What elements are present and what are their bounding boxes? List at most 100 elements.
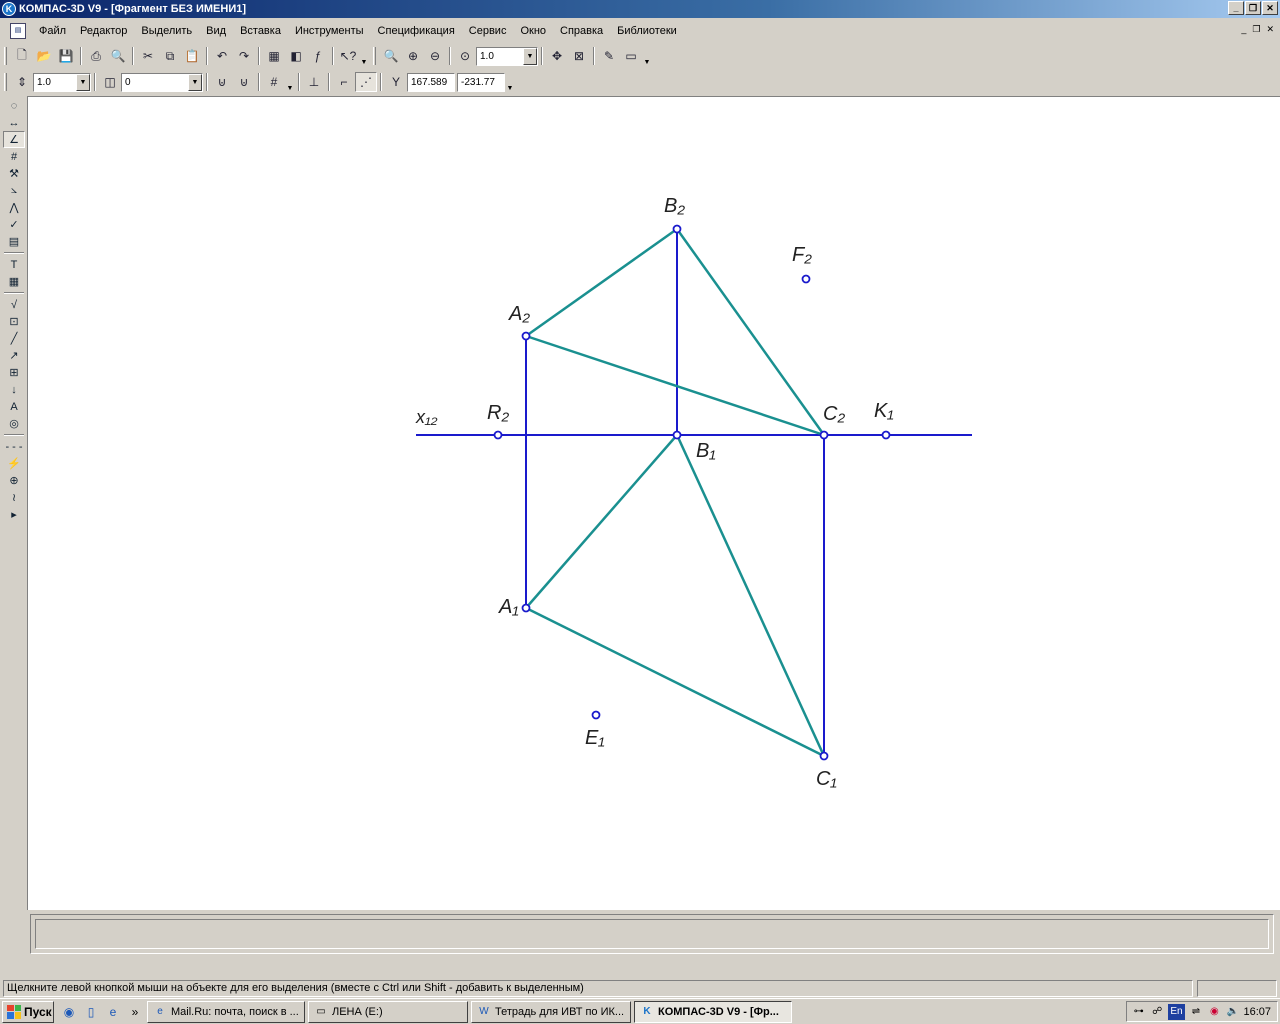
- close-button[interactable]: ✕: [1262, 1, 1278, 15]
- parametrization-icon[interactable]: ⚒: [3, 165, 25, 182]
- task-mailru[interactable]: e Mail.Ru: почта, поиск в ...: [147, 1000, 305, 1023]
- redo-icon[interactable]: ↷: [233, 46, 255, 66]
- task-drive[interactable]: ▭ ЛЕНА (E:): [308, 1000, 468, 1023]
- mdi-restore-button[interactable]: ❐: [1252, 24, 1260, 35]
- menu-select[interactable]: Выделить: [134, 25, 199, 37]
- context-help-icon[interactable]: ↖?: [337, 46, 359, 66]
- chevron-down-icon[interactable]: ▼: [76, 73, 90, 91]
- spec-icon[interactable]: ▤: [3, 233, 25, 250]
- position-leader-icon[interactable]: ↗: [3, 347, 25, 364]
- open-folder-icon[interactable]: 📂: [33, 46, 55, 66]
- toolbar-overflow-icon[interactable]: ▼: [642, 46, 652, 66]
- menu-specification[interactable]: Спецификация: [371, 25, 462, 37]
- toolbar-grip[interactable]: [4, 47, 7, 65]
- zoom-combo[interactable]: 1.0 ▼: [476, 46, 538, 66]
- expand-panel-icon[interactable]: ▸: [3, 506, 25, 523]
- grid-icon[interactable]: #: [263, 72, 285, 92]
- undo-icon[interactable]: ↶: [211, 46, 233, 66]
- browser-icon[interactable]: ◉: [60, 1003, 78, 1021]
- cut-icon[interactable]: ✂: [137, 46, 159, 66]
- restore-button[interactable]: ❐: [1245, 1, 1261, 15]
- task-word[interactable]: W Тетрадь для ИВТ по ИК...: [471, 1000, 631, 1023]
- library-manager-icon[interactable]: ◧: [285, 46, 307, 66]
- mdi-minimize-button[interactable]: _: [1241, 24, 1246, 35]
- measure-icon[interactable]: ⦣: [3, 182, 25, 199]
- antivirus-icon[interactable]: ◉: [1207, 1004, 1222, 1020]
- tolerance-icon[interactable]: ⊞: [3, 364, 25, 381]
- show-all-icon[interactable]: ⊠: [568, 46, 590, 66]
- menu-file[interactable]: Файл: [32, 25, 73, 37]
- cursor-step-icon[interactable]: ⇕: [11, 72, 33, 92]
- parametric-mode-icon[interactable]: ⋰: [355, 72, 377, 92]
- table-icon[interactable]: ▦: [3, 273, 25, 290]
- connection-icon[interactable]: ☍: [1149, 1004, 1164, 1020]
- zoom-in-icon[interactable]: ⊕: [402, 46, 424, 66]
- menu-libraries[interactable]: Библиотеки: [610, 25, 684, 37]
- paste-icon[interactable]: 📋: [181, 46, 203, 66]
- toolbar-overflow-icon[interactable]: ▼: [359, 46, 369, 66]
- task-kompas[interactable]: K КОМПАС-3D V9 - [Фр...: [634, 1000, 792, 1023]
- toolbar-overflow-icon[interactable]: ▼: [505, 72, 515, 92]
- redraw-icon[interactable]: ✎: [598, 46, 620, 66]
- wave-line-icon[interactable]: ◎: [3, 415, 25, 432]
- manager-icon[interactable]: ▦: [263, 46, 285, 66]
- drawing-svg[interactable]: x₁₂ R₂ A₂ B₂ F₂ C₂ K₁ B₁ A₁ E₁ C₁: [28, 97, 1280, 911]
- base-icon[interactable]: ⊡: [3, 313, 25, 330]
- notepad-icon[interactable]: ▯: [82, 1003, 100, 1021]
- coord-y-field[interactable]: -231.77: [457, 72, 505, 92]
- local-cs-icon[interactable]: ⊥: [303, 72, 325, 92]
- section-line-icon[interactable]: A: [3, 398, 25, 415]
- network-icon[interactable]: ⊶: [1131, 1004, 1146, 1020]
- menu-help[interactable]: Справка: [553, 25, 610, 37]
- coord-x-field[interactable]: 167.589: [407, 72, 455, 92]
- axis-line-icon[interactable]: - - -: [3, 438, 25, 455]
- toolbar-grip[interactable]: [4, 73, 7, 91]
- toolbar-grip[interactable]: [373, 47, 376, 65]
- ortho-icon[interactable]: ⌐: [333, 72, 355, 92]
- zoom-scale-icon[interactable]: ⊙: [454, 46, 476, 66]
- layer-combo[interactable]: 0 ▼: [121, 72, 203, 92]
- step-combo[interactable]: 1.0 ▼: [33, 72, 91, 92]
- print-icon[interactable]: ⎙: [85, 46, 107, 66]
- associative-views-icon[interactable]: ✓: [3, 216, 25, 233]
- usb-icon[interactable]: ⇌: [1188, 1004, 1203, 1020]
- text-icon[interactable]: T: [3, 256, 25, 273]
- zoom-window-icon[interactable]: 🔍: [380, 46, 402, 66]
- drawing-canvas[interactable]: x₁₂ R₂ A₂ B₂ F₂ C₂ K₁ B₁ A₁ E₁ C₁: [27, 96, 1280, 910]
- designations-icon[interactable]: ∠: [3, 131, 25, 148]
- menu-view[interactable]: Вид: [199, 25, 233, 37]
- local-snap-icon[interactable]: ⊍: [233, 72, 255, 92]
- variables-icon[interactable]: ƒ: [307, 46, 329, 66]
- display-icon[interactable]: ▭: [620, 46, 642, 66]
- view-arrow-icon[interactable]: ↓: [3, 381, 25, 398]
- select-icon[interactable]: ⋀: [3, 199, 25, 216]
- curve-icon[interactable]: ≀: [3, 489, 25, 506]
- chevron-down-icon[interactable]: ▼: [285, 72, 295, 92]
- new-document-icon[interactable]: 🗋: [11, 46, 33, 66]
- language-indicator[interactable]: En: [1167, 1003, 1186, 1020]
- zoom-out-icon[interactable]: ⊖: [424, 46, 446, 66]
- menu-insert[interactable]: Вставка: [233, 25, 288, 37]
- roughness-icon[interactable]: √: [3, 296, 25, 313]
- editing-icon[interactable]: #: [3, 148, 25, 165]
- menu-window[interactable]: Окно: [513, 25, 553, 37]
- leader-icon[interactable]: ╱: [3, 330, 25, 347]
- more-icon[interactable]: »: [126, 1003, 144, 1021]
- geometry-icon[interactable]: ◌: [3, 97, 25, 114]
- pan-icon[interactable]: ✥: [546, 46, 568, 66]
- layers-icon[interactable]: ◫: [99, 72, 121, 92]
- minimize-button[interactable]: _: [1228, 1, 1244, 15]
- menu-service[interactable]: Сервис: [462, 25, 514, 37]
- document-icon[interactable]: ▤: [10, 23, 26, 39]
- chevron-down-icon[interactable]: ▼: [523, 47, 537, 65]
- print-preview-icon[interactable]: 🔍: [107, 46, 129, 66]
- dimensions-icon[interactable]: ↔: [3, 114, 25, 131]
- chevron-down-icon[interactable]: ▼: [188, 73, 202, 91]
- copy-icon[interactable]: ⧉: [159, 46, 181, 66]
- mdi-close-button[interactable]: ✕: [1266, 24, 1274, 35]
- break-line-icon[interactable]: ⚡: [3, 455, 25, 472]
- volume-icon[interactable]: 🔈: [1225, 1004, 1240, 1020]
- save-icon[interactable]: 💾: [55, 46, 77, 66]
- center-mark-icon[interactable]: ⊕: [3, 472, 25, 489]
- snap-magnet-icon[interactable]: ⊍: [211, 72, 233, 92]
